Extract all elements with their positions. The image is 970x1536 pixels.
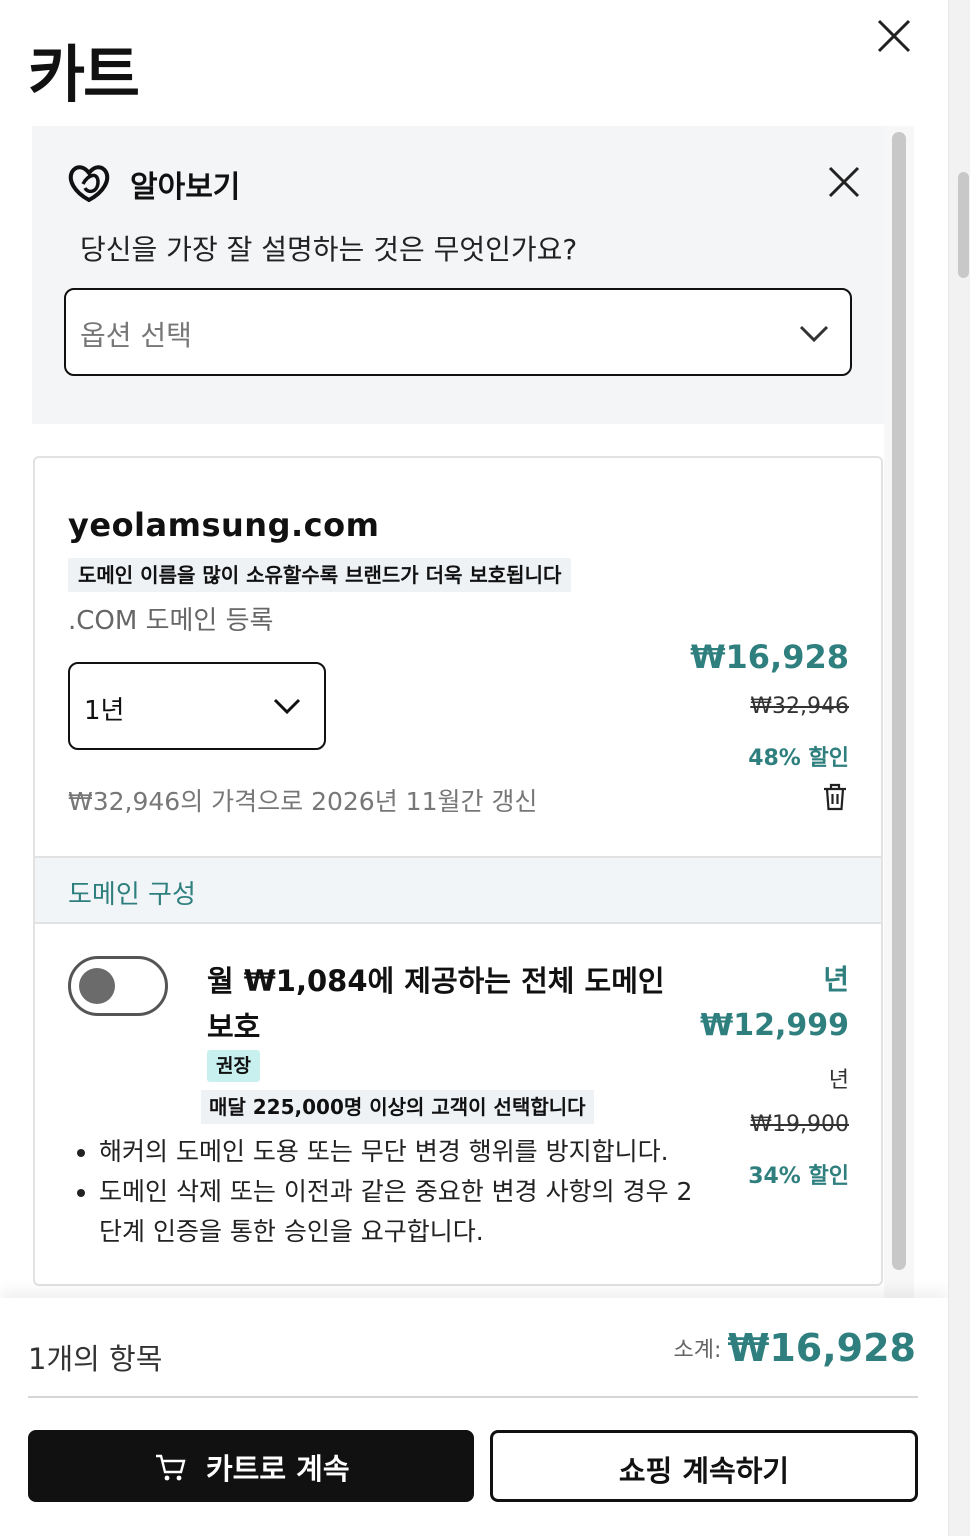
protection-benefits: 해커의 도메인 도용 또는 무단 변경 행위를 방지합니다. 도메인 삭제 또는… [99, 1132, 699, 1252]
registration-label: .COM 도메인 등록 [68, 606, 274, 636]
renewal-note: ₩32,946의 가격으로 2026년 11월간 갱신 [68, 787, 538, 816]
checkout-label: 카트로 계속 [206, 1452, 350, 1486]
cart-icon [156, 1454, 186, 1481]
domain-discount: 48% 할인 [748, 746, 849, 771]
cart-scrollbar[interactable] [884, 126, 914, 1298]
domain-cart-item: yeolamsung.com 도메인 이름을 많이 소유할수록 브랜드가 더욱 … [33, 456, 883, 1286]
survey-card: 알아보기 당신을 가장 잘 설명하는 것은 무엇인가요? 옵션 선택 [32, 126, 884, 424]
trash-icon [824, 783, 846, 811]
protection-original-price: ₩19,900 [750, 1112, 849, 1137]
subtotal-amount: ₩16,928 [727, 1326, 916, 1370]
protection-price-unit-top: 년 [823, 963, 849, 996]
item-count: 1개의 항목 [28, 1342, 163, 1376]
scrollbar-thumb[interactable] [892, 132, 906, 1270]
remove-item-button[interactable] [821, 782, 849, 812]
survey-close-button[interactable] [826, 164, 862, 200]
select-placeholder: 옵션 선택 [80, 319, 192, 352]
page-title: 카트 [28, 38, 140, 111]
promo-tag: 도메인 이름을 많이 소유할수록 브랜드가 더욱 보호됩니다 [68, 558, 572, 592]
benefit-item: 도메인 삭제 또는 이전과 같은 중요한 변경 사항의 경우 2단계 인증을 통… [99, 1172, 699, 1252]
domain-name: yeolamsung.com [68, 506, 380, 544]
continue-shopping-button[interactable]: 쇼핑 계속하기 [490, 1430, 918, 1502]
customers-tag: 매달 225,000명 이상의 고객이 선택합니다 [201, 1090, 594, 1124]
domain-price: ₩16,928 [690, 638, 849, 676]
recommended-badge: 권장 [207, 1050, 260, 1082]
survey-question: 당신을 가장 잘 설명하는 것은 무엇인가요? [80, 233, 578, 266]
page-scrollbar[interactable] [948, 0, 970, 1536]
benefit-item: 해커의 도메인 도용 또는 무단 변경 행위를 방지합니다. [99, 1132, 699, 1172]
cart-panel: 카트 알아보기 당신을 가장 잘 설명하는 것은 무엇인가요? 옵션 선택 ye… [0, 0, 948, 1536]
cart-footer: 1개의 항목 소계: ₩16,928 카트로 계속 쇼핑 계속하기 [0, 1298, 948, 1536]
divider [28, 1396, 918, 1398]
checkout-button[interactable]: 카트로 계속 [28, 1430, 474, 1502]
close-icon [828, 166, 860, 198]
subtotal: 소계: ₩16,928 [674, 1326, 916, 1370]
protection-toggle[interactable] [68, 956, 168, 1016]
domain-config-label: 도메인 구성 [68, 880, 196, 910]
protection-price-unit: 년 [828, 1068, 849, 1093]
close-cart-button[interactable] [874, 16, 914, 56]
godaddy-logo-icon [68, 165, 110, 203]
close-icon [877, 19, 911, 53]
chevron-down-icon [273, 698, 301, 715]
toggle-knob [79, 968, 115, 1004]
term-select[interactable]: 1년 [68, 662, 326, 750]
survey-title: 알아보기 [130, 170, 241, 205]
domain-original-price: ₩32,946 [750, 694, 849, 719]
cart-scroll-area: 알아보기 당신을 가장 잘 설명하는 것은 무엇인가요? 옵션 선택 yeola… [32, 126, 884, 1298]
term-value: 1년 [84, 696, 125, 726]
scrollbar-thumb[interactable] [958, 172, 969, 278]
continue-shopping-label: 쇼핑 계속하기 [618, 1454, 790, 1488]
chevron-down-icon [799, 325, 829, 343]
subtotal-label: 소계: [673, 1338, 722, 1363]
protection-title: 월 ₩1,084에 제공하는 전체 도메인 보호 [207, 964, 665, 1044]
survey-option-select[interactable]: 옵션 선택 [64, 288, 852, 376]
domain-config-header: 도메인 구성 [35, 856, 881, 924]
protection-discount: 34% 할인 [748, 1164, 849, 1189]
protection-price: ₩12,999 [700, 1008, 849, 1043]
